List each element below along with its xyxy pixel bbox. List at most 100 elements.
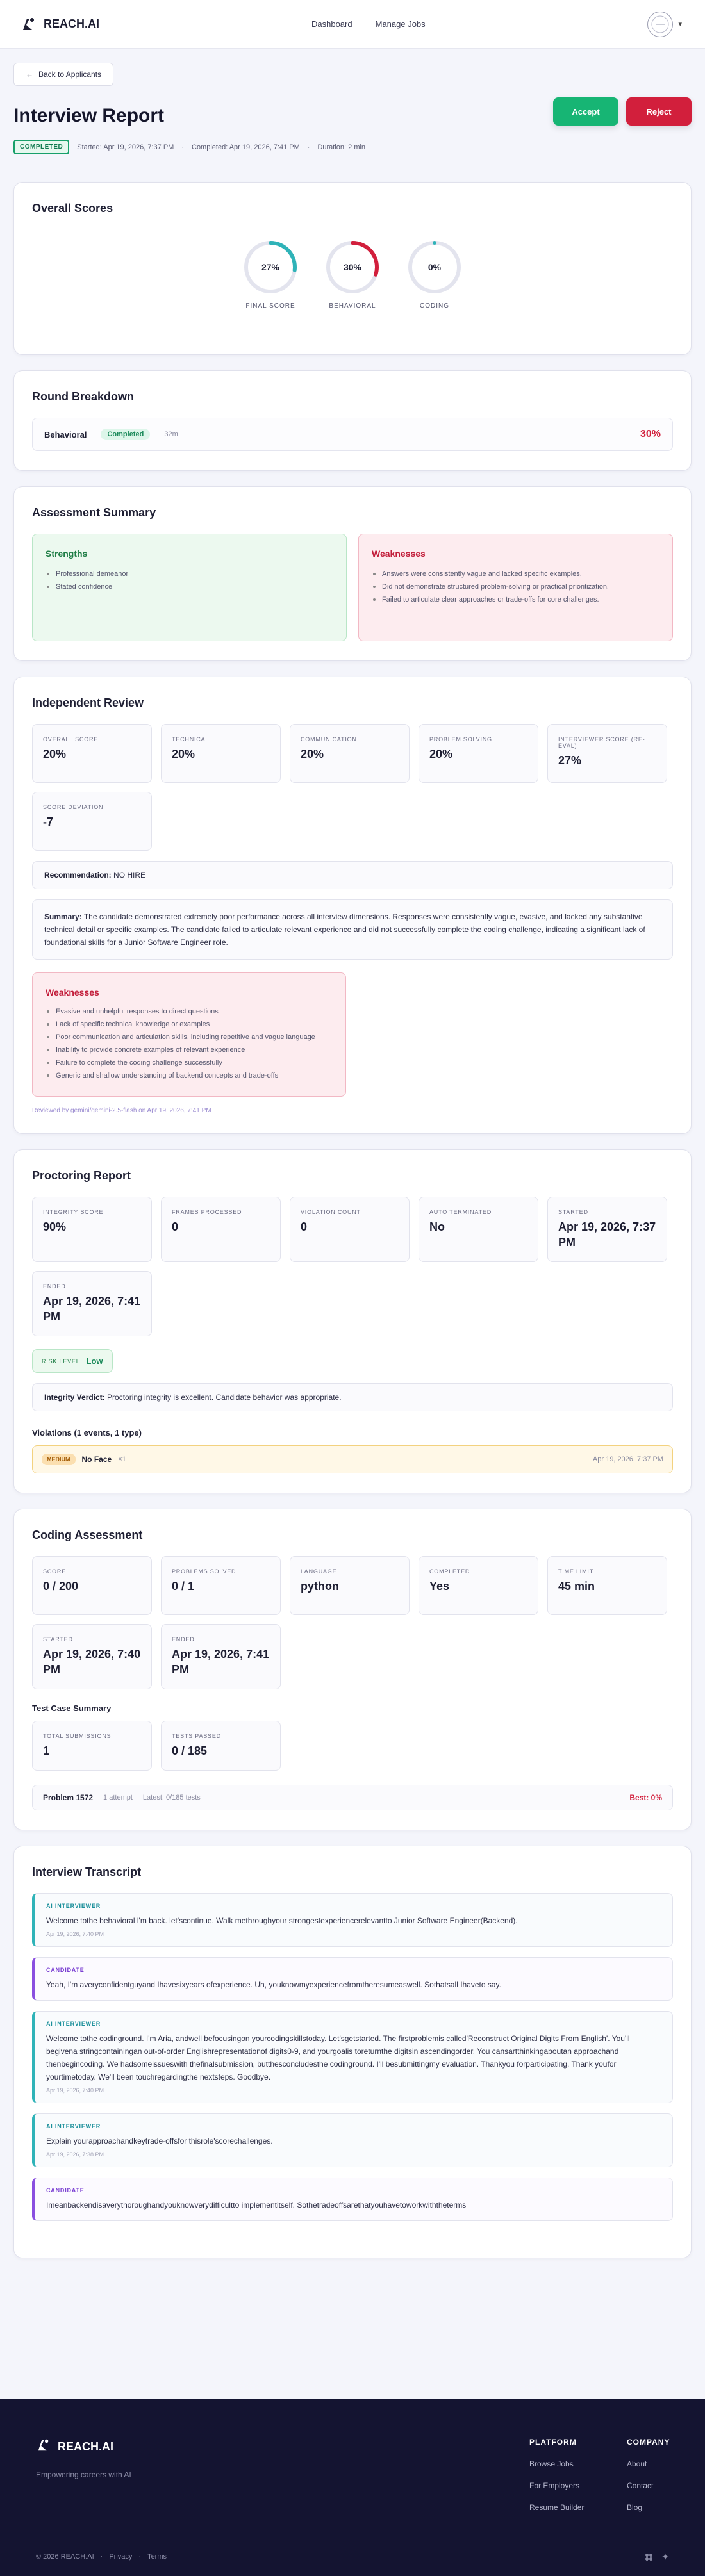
separator: · xyxy=(100,2553,103,2561)
gauge-label: CODING xyxy=(420,302,449,309)
summary-label: Summary: xyxy=(44,912,82,921)
footer-link-blog[interactable]: Blog xyxy=(627,2503,670,2512)
strengths-weaknesses: Strengths Professional demeanor Stated c… xyxy=(32,534,673,641)
logo-icon xyxy=(21,16,37,33)
logo-icon xyxy=(36,2438,51,2456)
stat-score: SCORE 0 / 200 xyxy=(32,1556,152,1615)
strengths-list: Professional demeanor Stated confidence xyxy=(46,568,333,593)
stat-value: 20% xyxy=(429,748,453,760)
stat-score-deviation: SCORE DEVIATION -7 xyxy=(32,792,152,851)
round-breakdown-card: Round Breakdown Behavioral Completed 32m… xyxy=(13,370,692,471)
footer-link-terms[interactable]: Terms xyxy=(147,2553,167,2561)
back-to-applicants-button[interactable]: ← Back to Applicants xyxy=(13,63,114,86)
footer-brand-name: REACH.AI xyxy=(58,2440,114,2453)
footer-link-for-employers[interactable]: For Employers xyxy=(529,2481,584,2490)
list-item: Answers were consistently vague and lack… xyxy=(372,568,659,580)
stat-started: STARTED Apr 19, 2026, 7:40 PM xyxy=(32,1624,152,1689)
stat-ended: ENDED Apr 19, 2026, 7:41 PM xyxy=(161,1624,281,1689)
stat-label: PROBLEMS SOLVED xyxy=(172,1568,236,1575)
brand-name: REACH.AI xyxy=(44,17,100,30)
list-item: Professional demeanor xyxy=(46,568,333,580)
footer-link-privacy[interactable]: Privacy xyxy=(109,2553,132,2561)
stat-label: VIOLATION COUNT xyxy=(301,1209,361,1215)
stat-auto-terminated: AUTO TERMINATED No xyxy=(419,1197,538,1262)
review-weaknesses-title: Weaknesses xyxy=(46,987,99,997)
social-links: ▦ ✦ xyxy=(644,2552,669,2563)
message-text: Yeah, I'm averyconfidentguyand Ihavesixy… xyxy=(46,1980,502,1989)
nav-link-dashboard[interactable]: Dashboard xyxy=(311,19,352,29)
site-footer: REACH.AI Empowering careers with AI PLAT… xyxy=(0,2399,705,2576)
footer-company-column: COMPANY About Contact Blog xyxy=(627,2438,670,2525)
score-gauge: 0% CODING xyxy=(406,238,463,309)
stat-language: LANGUAGE python xyxy=(290,1556,410,1615)
footer-link-contact[interactable]: Contact xyxy=(627,2481,670,2490)
reject-button[interactable]: Reject xyxy=(626,97,692,126)
user-menu[interactable]: ▾ xyxy=(647,11,682,37)
test-case-summary-title: Test Case Summary xyxy=(32,1703,112,1713)
independent-review-title: Independent Review xyxy=(32,696,144,709)
strengths-panel: Strengths Professional demeanor Stated c… xyxy=(32,534,347,641)
round-name: Behavioral xyxy=(44,429,87,439)
stat-tests-passed: TESTS PASSED 0 / 185 xyxy=(161,1721,281,1771)
accept-button[interactable]: Accept xyxy=(553,97,618,126)
gauge-label: BEHAVIORAL xyxy=(329,302,376,309)
chevron-down-icon[interactable]: ▾ xyxy=(678,20,682,28)
transcript-message: AI INTERVIEWER Welcome tothe behavioral … xyxy=(32,1893,673,1947)
review-weaknesses-panel: Weaknesses Evasive and unhelpful respons… xyxy=(32,972,346,1097)
integrity-verdict-row: Integrity Verdict: Proctoring integrity … xyxy=(32,1383,673,1411)
brand-logo[interactable]: REACH.AI xyxy=(21,16,99,33)
risk-level-badge: RISK LEVEL Low xyxy=(32,1349,113,1373)
violation-row[interactable]: MEDIUM No Face ×1 Apr 19, 2026, 7:37 PM xyxy=(32,1445,673,1473)
gauge-value: 30% xyxy=(344,262,362,272)
transcript-message: CANDIDATE Yeah, I'm averyconfidentguyand… xyxy=(32,1957,673,2001)
round-row[interactable]: Behavioral Completed 32m 30% xyxy=(32,418,673,451)
stat-total-submissions: TOTAL SUBMISSIONS 1 xyxy=(32,1721,152,1771)
footer-link-about[interactable]: About xyxy=(627,2459,670,2468)
stat-value: Yes xyxy=(429,1580,450,1593)
review-weaknesses-list: Evasive and unhelpful responses to direc… xyxy=(46,1005,333,1082)
violation-count: ×1 xyxy=(118,1456,126,1463)
list-item: Stated confidence xyxy=(46,580,333,593)
decision-actions: Accept Reject xyxy=(553,97,692,126)
gauge-value: 27% xyxy=(261,262,280,272)
list-item: Failed to articulate clear approaches or… xyxy=(372,593,659,606)
score-gauge: 30% BEHAVIORAL xyxy=(324,238,381,309)
stat-value: 20% xyxy=(43,748,67,760)
transcript-message: AI INTERVIEWER Welcome tothe codinground… xyxy=(32,2011,673,2103)
stat-label: STARTED xyxy=(43,1636,73,1643)
problem-row[interactable]: Problem 1572 1 attempt Latest: 0/185 tes… xyxy=(32,1785,673,1810)
gauge-value: 0% xyxy=(428,262,442,272)
stat-label: TIME LIMIT xyxy=(558,1568,593,1575)
stat-label: STARTED xyxy=(558,1209,588,1215)
weaknesses-list: Answers were consistently vague and lack… xyxy=(372,568,659,606)
round-score: 30% xyxy=(640,429,661,439)
gauge-ring: 0% xyxy=(408,241,461,293)
assessment-summary-card: Assessment Summary Strengths Professiona… xyxy=(13,486,692,661)
list-item: Evasive and unhelpful responses to direc… xyxy=(46,1005,333,1018)
recommendation-row: Recommendation: NO HIRE xyxy=(32,861,673,889)
footer-link-resume-builder[interactable]: Resume Builder xyxy=(529,2503,584,2512)
message-time: Apr 19, 2026, 7:38 PM xyxy=(46,2151,104,2158)
nav-link-manage-jobs[interactable]: Manage Jobs xyxy=(376,19,426,29)
list-item: Lack of specific technical knowledge or … xyxy=(46,1018,333,1031)
stat-value: 27% xyxy=(558,754,582,767)
gauge-ring: 30% xyxy=(326,241,379,293)
violation-type: No Face xyxy=(81,1455,112,1464)
twitter-icon[interactable]: ✦ xyxy=(661,2552,669,2563)
proctoring-report-card: Proctoring Report INTEGRITY SCORE 90% FRA… xyxy=(13,1149,692,1493)
avatar[interactable] xyxy=(647,11,674,37)
message-time: Apr 19, 2026, 7:40 PM xyxy=(46,2087,104,2094)
list-item: Poor communication and articulation skil… xyxy=(46,1031,333,1044)
independent-review-card: Independent Review OVERALL SCORE 20% TECH… xyxy=(13,677,692,1134)
stat-label: TOTAL SUBMISSIONS xyxy=(43,1733,112,1739)
duration: Duration: 2 min xyxy=(317,143,366,151)
stat-label: LANGUAGE xyxy=(301,1568,337,1575)
linkedin-icon[interactable]: ▦ xyxy=(644,2552,652,2563)
transcript-messages[interactable]: AI INTERVIEWER Welcome tothe behavioral … xyxy=(32,1893,673,2221)
page-title: Interview Report xyxy=(13,105,165,126)
recommendation-value: NO HIRE xyxy=(113,871,146,880)
message-time: Apr 19, 2026, 7:40 PM xyxy=(46,1931,104,1937)
footer-link-browse-jobs[interactable]: Browse Jobs xyxy=(529,2459,584,2468)
copyright: © 2026 REACH.AI xyxy=(36,2553,94,2561)
risk-level-label: RISK LEVEL xyxy=(42,1358,80,1365)
